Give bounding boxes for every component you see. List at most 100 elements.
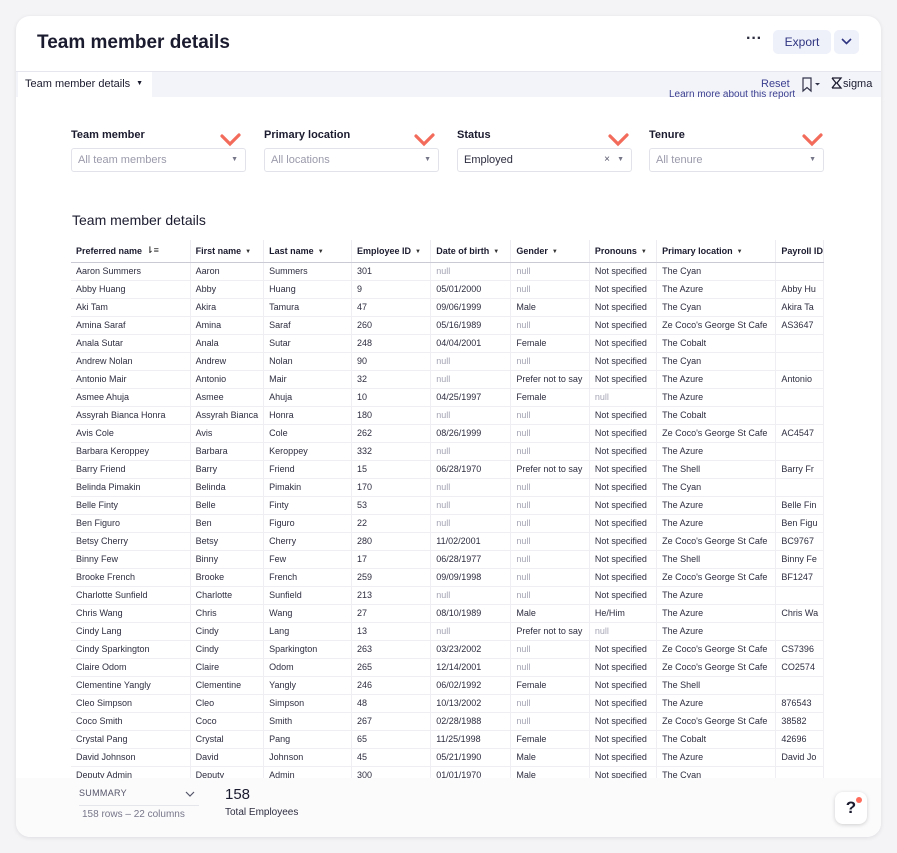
export-button[interactable]: Export — [773, 30, 831, 54]
table-row[interactable]: Asmee Ahuja Asmee Ahuja 10 04/25/1997 Female n… — [71, 388, 824, 407]
column-header-label: Gender — [516, 245, 548, 256]
table-row[interactable]: Amina Saraf Amina Saraf 260 05/16/1989 null No… — [71, 316, 824, 335]
table-row[interactable]: Avis Cole Avis Cole 262 08/26/1999 null Not sp… — [71, 424, 824, 443]
column-header[interactable]: Primary location ▼ — [656, 240, 777, 263]
table-row[interactable]: Aki Tam Akira Tamura 47 09/06/1999 Male Not sp… — [71, 298, 824, 317]
table-cell: Asmee Ahuja — [71, 388, 191, 407]
table-cell: null — [510, 424, 590, 443]
table-row[interactable]: Clementine Yangly Clementine Yangly 246 06/0… — [71, 676, 824, 695]
export-menu-button[interactable] — [834, 30, 859, 54]
table-row[interactable]: Crystal Pang Crystal Pang 65 11/25/1998 Femal… — [71, 730, 824, 749]
table-cell: 262 — [351, 424, 432, 443]
filter-tenure: Tenure All tenure ▼ — [649, 129, 824, 172]
table-cell: 05/21/1990 — [430, 748, 512, 767]
column-header[interactable]: Date of birth ▼ — [430, 240, 512, 263]
caret-down-icon: ▼ — [640, 248, 647, 255]
table-cell: The Azure — [656, 622, 777, 641]
total-employees-value: 158 — [225, 786, 251, 803]
column-header[interactable]: Payroll ID — [775, 240, 824, 263]
team-member-select[interactable]: All team members ▼ — [71, 148, 246, 172]
table-row[interactable]: Binny Few Binny Few 17 06/28/1977 null Not spe… — [71, 550, 824, 569]
page-title: Team member details — [37, 32, 230, 53]
table-row[interactable]: Belle Finty Belle Finty 53 null null Not speci… — [71, 496, 824, 515]
summary-bar: SUMMARY 158 rows – 22 columns 158 Total … — [16, 778, 881, 837]
table-row[interactable]: Deputy Admin Deputy Admin 300 01/01/1970 Male… — [71, 766, 824, 778]
table-row[interactable]: David Johnson David Johnson 45 05/21/1990 Mal… — [71, 748, 824, 767]
notification-dot — [856, 797, 862, 803]
caret-down-icon: ▼ — [136, 80, 144, 87]
bookmark-button[interactable] — [801, 76, 823, 94]
row-column-count: 158 rows – 22 columns — [82, 809, 185, 820]
table-row[interactable]: Cindy Lang Cindy Lang 13 null Prefer not to s… — [71, 622, 824, 641]
primary-location-select[interactable]: All locations ▼ — [264, 148, 439, 172]
tab-team-member-details[interactable]: Team member details ▼ — [18, 72, 152, 97]
table-cell: Abby Huang — [71, 280, 191, 299]
table-cell: 06/28/1970 — [430, 460, 512, 479]
table-cell: null — [510, 586, 590, 605]
table-cell: Female — [510, 730, 590, 749]
table-row[interactable]: Claire Odom Claire Odom 265 12/14/2001 null No… — [71, 658, 824, 677]
table-cell: 09/06/1999 — [430, 298, 512, 317]
table-row[interactable]: Charlotte Sunfield Charlotte Sunfield 213 nu… — [71, 586, 824, 605]
table-cell: Friend — [263, 460, 352, 479]
check-mark-icon — [802, 133, 823, 147]
table-row[interactable]: Betsy Cherry Betsy Cherry 280 11/02/2001 null… — [71, 532, 824, 551]
column-header[interactable]: Employee ID ▼ — [351, 240, 432, 263]
summary-toggle[interactable]: SUMMARY — [79, 788, 199, 806]
more-options-button[interactable]: ··· — [742, 31, 766, 54]
table-row[interactable]: Aaron Summers Aaron Summers 301 null null Not … — [71, 262, 824, 281]
table-cell: Crystal Pang — [71, 730, 191, 749]
learn-more-link[interactable]: Learn more about this report — [669, 90, 795, 103]
table-cell: Aaron Summers — [71, 262, 191, 281]
column-header-label: Primary location — [662, 245, 733, 256]
table-row[interactable]: Coco Smith Coco Smith 267 02/28/1988 null Not … — [71, 712, 824, 731]
table-cell: Binny Fe — [775, 550, 824, 569]
tenure-select[interactable]: All tenure ▼ — [649, 148, 824, 172]
table-row[interactable]: Barry Friend Barry Friend 15 06/28/1970 Prefe… — [71, 460, 824, 479]
table-row[interactable]: Abby Huang Abby Huang 9 05/01/2000 null Not sp… — [71, 280, 824, 299]
table-row[interactable]: Andrew Nolan Andrew Nolan 90 null null Not spe… — [71, 352, 824, 371]
table-cell: 05/01/2000 — [430, 280, 512, 299]
column-header[interactable]: Gender ▼ — [510, 240, 590, 263]
table-cell: Not specified — [589, 316, 658, 335]
table-row[interactable]: Assyrah Bianca Honra Assyrah Bianca Honra 1… — [71, 406, 824, 425]
table-cell: Simpson — [263, 694, 352, 713]
table-cell: David Jo — [775, 748, 824, 767]
table-cell: Anala Sutar — [71, 334, 191, 353]
table-cell: David — [190, 748, 265, 767]
table-cell: The Shell — [656, 550, 777, 569]
table-cell: 876543 — [775, 694, 824, 713]
table-cell: Smith — [263, 712, 352, 731]
column-header[interactable]: Preferred name ⇂≡ — [71, 240, 191, 263]
column-header[interactable]: First name ▼ — [190, 240, 265, 263]
report-card: Team member details ··· Export Team memb… — [16, 16, 881, 837]
table-cell: null — [430, 406, 512, 425]
table-cell: The Cyan — [656, 262, 777, 281]
table-cell: Not specified — [589, 442, 658, 461]
table-cell: Not specified — [589, 406, 658, 425]
table-row[interactable]: Anala Sutar Anala Sutar 248 04/04/2001 Female… — [71, 334, 824, 353]
sort-icon[interactable]: ⇂≡ — [146, 245, 159, 255]
table-cell: Male — [510, 298, 590, 317]
column-header[interactable]: Pronouns ▼ — [589, 240, 658, 263]
table-row[interactable]: Cindy Sparkington Cindy Sparkington 263 03/2… — [71, 640, 824, 659]
table-row[interactable]: Antonio Mair Antonio Mair 32 null Prefer not … — [71, 370, 824, 389]
column-header-label: Employee ID — [356, 245, 412, 256]
table-cell: Belinda Pimakin — [71, 478, 191, 497]
sigma-logo: sigma — [831, 72, 872, 97]
table-row[interactable]: Belinda Pimakin Belinda Pimakin 170 null null… — [71, 478, 824, 497]
table-cell: Not specified — [589, 352, 658, 371]
table-cell: Asmee — [190, 388, 265, 407]
table-cell: The Cobalt — [656, 730, 777, 749]
table-row[interactable]: Ben Figuro Ben Figuro 22 null null Not specifi… — [71, 514, 824, 533]
table-cell: 06/28/1977 — [430, 550, 512, 569]
status-select[interactable]: Employed × ▼ — [457, 148, 632, 172]
column-header[interactable]: Last name ▼ — [263, 240, 352, 263]
table-cell: Claire Odom — [71, 658, 191, 677]
table-row[interactable]: Cleo Simpson Cleo Simpson 48 10/13/2002 null N… — [71, 694, 824, 713]
table-row[interactable]: Brooke French Brooke French 259 09/09/1998 nu… — [71, 568, 824, 587]
clear-icon[interactable]: × — [604, 149, 610, 171]
table-row[interactable]: Chris Wang Chris Wang 27 08/10/1989 Male He/Hi… — [71, 604, 824, 623]
table-row[interactable]: Barbara Keroppey Barbara Keroppey 332 null nu… — [71, 442, 824, 461]
help-button[interactable]: ? — [835, 792, 867, 824]
